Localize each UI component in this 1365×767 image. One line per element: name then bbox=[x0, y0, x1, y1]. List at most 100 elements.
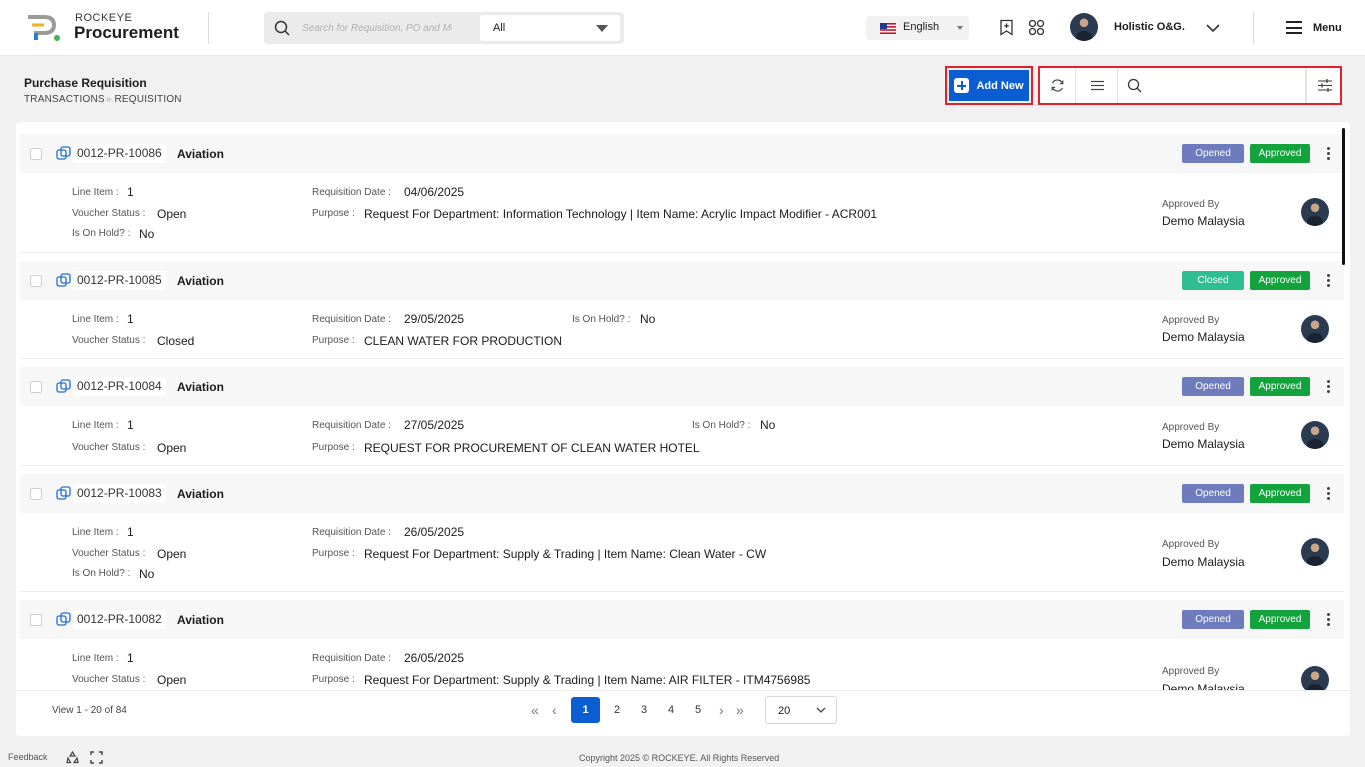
on-hold-value: No bbox=[139, 567, 155, 581]
list-view-button[interactable] bbox=[1076, 68, 1118, 103]
approved-by-label: Approved By bbox=[1162, 315, 1220, 326]
breadcrumb-transactions[interactable]: TRANSACTIONS bbox=[24, 94, 105, 105]
filter-settings-button[interactable] bbox=[1306, 68, 1342, 103]
approved-by-label: Approved By bbox=[1162, 539, 1220, 550]
copy-icon[interactable] bbox=[56, 486, 71, 501]
global-search-input[interactable] bbox=[302, 18, 452, 38]
requisition-card[interactable]: 0012-PR-10086 Aviation Opened Approved L… bbox=[20, 134, 1344, 252]
purpose-value: Request For Department: Supply & Trading… bbox=[364, 547, 767, 561]
requisition-list[interactable]: 0012-PR-10086 Aviation Opened Approved L… bbox=[20, 122, 1344, 690]
copy-icon[interactable] bbox=[56, 146, 71, 161]
page-3-button[interactable]: 3 bbox=[634, 697, 654, 723]
language-select[interactable]: English bbox=[866, 16, 969, 40]
breadcrumb-requisition[interactable]: REQUISITION bbox=[115, 94, 182, 105]
search-scope-select[interactable]: All bbox=[480, 15, 620, 41]
requisition-code[interactable]: 0012-PR-10086 bbox=[73, 144, 166, 163]
requisition-code[interactable]: 0012-PR-10082 bbox=[73, 610, 166, 629]
more-options-icon[interactable] bbox=[1324, 273, 1332, 289]
sliders-filter-icon bbox=[1318, 79, 1332, 92]
refresh-icon bbox=[1051, 79, 1064, 92]
requisition-code[interactable]: 0012-PR-10085 bbox=[73, 271, 166, 290]
user-avatar[interactable] bbox=[1070, 13, 1098, 41]
line-item-label: Line Item : bbox=[72, 653, 119, 664]
approved-by-label: Approved By bbox=[1162, 666, 1220, 677]
requisition-date-value: 26/05/2025 bbox=[404, 651, 465, 665]
more-options-icon[interactable] bbox=[1324, 612, 1332, 628]
copy-icon[interactable] bbox=[56, 379, 71, 394]
approver-avatar[interactable] bbox=[1301, 315, 1329, 343]
approval-badge: Approved bbox=[1250, 377, 1310, 396]
select-checkbox[interactable] bbox=[30, 488, 42, 500]
copy-icon[interactable] bbox=[56, 273, 71, 288]
feedback-link[interactable]: Feedback bbox=[8, 752, 48, 762]
purpose-value: Request For Department: Supply & Trading… bbox=[364, 673, 811, 687]
approved-by-value: Demo Malaysia bbox=[1162, 330, 1245, 344]
user-name[interactable]: Holistic O&G. bbox=[1114, 21, 1185, 33]
on-hold-label: Is On Hold? : bbox=[572, 314, 631, 325]
add-new-button[interactable]: Add New bbox=[949, 70, 1029, 101]
voucher-status-value: Open bbox=[157, 673, 187, 687]
language-label: English bbox=[903, 21, 940, 33]
select-checkbox[interactable] bbox=[30, 275, 42, 287]
search-icon[interactable] bbox=[1127, 78, 1142, 93]
first-page-icon[interactable]: « bbox=[531, 702, 539, 718]
search-icon[interactable] bbox=[274, 20, 290, 36]
approval-badge: Approved bbox=[1250, 144, 1310, 163]
more-options-icon[interactable] bbox=[1324, 379, 1332, 395]
more-options-icon[interactable] bbox=[1324, 486, 1332, 502]
header-divider bbox=[208, 12, 209, 44]
last-page-icon[interactable]: » bbox=[736, 702, 744, 718]
brand-name[interactable]: Procurement bbox=[74, 23, 179, 43]
page-5-button[interactable]: 5 bbox=[688, 697, 708, 723]
more-options-icon[interactable] bbox=[1324, 146, 1332, 162]
requisition-code[interactable]: 0012-PR-10084 bbox=[73, 377, 166, 396]
recycle-icon[interactable] bbox=[66, 751, 79, 764]
purpose-label: Purpose : bbox=[312, 335, 355, 346]
list-scrollbar[interactable] bbox=[1342, 128, 1345, 265]
requisition-card[interactable]: 0012-PR-10082 Aviation Opened Approved L… bbox=[20, 600, 1344, 690]
approver-avatar[interactable] bbox=[1301, 666, 1329, 690]
apps-grid-icon[interactable] bbox=[1028, 19, 1045, 36]
approver-avatar[interactable] bbox=[1301, 198, 1329, 226]
prev-page-icon[interactable]: ‹ bbox=[552, 702, 557, 718]
on-hold-value: No bbox=[640, 312, 656, 326]
select-checkbox[interactable] bbox=[30, 381, 42, 393]
page-2-button[interactable]: 2 bbox=[607, 697, 627, 723]
page-title: Purchase Requisition bbox=[24, 76, 147, 90]
approved-by-value: Demo Malaysia bbox=[1162, 682, 1245, 690]
voucher-status-value: Closed bbox=[157, 334, 195, 348]
rockeye-logo-icon[interactable] bbox=[24, 13, 64, 43]
on-hold-label: Is On Hold? : bbox=[72, 228, 131, 239]
page-4-button[interactable]: 4 bbox=[661, 697, 681, 723]
page-1-button[interactable]: 1 bbox=[571, 697, 600, 723]
requisition-card[interactable]: 0012-PR-10085 Aviation Closed Approved L… bbox=[20, 261, 1344, 357]
bookmark-icon[interactable] bbox=[998, 19, 1015, 36]
header-divider bbox=[1253, 12, 1254, 44]
chevron-down-icon[interactable] bbox=[1205, 22, 1221, 34]
page-size-select[interactable]: 20 bbox=[765, 696, 837, 724]
approver-avatar[interactable] bbox=[1301, 421, 1329, 449]
on-hold-value: No bbox=[139, 227, 155, 241]
line-item-value: 1 bbox=[127, 185, 134, 199]
department-name: Aviation bbox=[177, 274, 224, 288]
select-checkbox[interactable] bbox=[30, 148, 42, 160]
fullscreen-icon[interactable] bbox=[90, 751, 103, 764]
line-item-label: Line Item : bbox=[72, 527, 119, 538]
main-menu-button[interactable]: Menu bbox=[1284, 20, 1350, 38]
copyright-text: Copyright 2025 © ROCKEYE. All Rights Res… bbox=[579, 753, 780, 763]
line-item-value: 1 bbox=[127, 525, 134, 539]
refresh-button[interactable] bbox=[1040, 68, 1076, 103]
search-scope-value: All bbox=[493, 22, 506, 34]
on-hold-label: Is On Hold? : bbox=[692, 420, 751, 431]
copy-icon[interactable] bbox=[56, 612, 71, 627]
chevron-down-icon bbox=[596, 25, 608, 32]
list-search-input[interactable] bbox=[1148, 75, 1298, 95]
requisition-code[interactable]: 0012-PR-10083 bbox=[73, 484, 166, 503]
requisition-card[interactable]: 0012-PR-10083 Aviation Opened Approved L… bbox=[20, 474, 1344, 591]
requisition-card[interactable]: 0012-PR-10084 Aviation Opened Approved L… bbox=[20, 367, 1344, 464]
page-footer: Feedback Copyright 2025 © ROCKEYE. All R… bbox=[0, 748, 1365, 767]
next-page-icon[interactable]: › bbox=[719, 702, 724, 718]
select-checkbox[interactable] bbox=[30, 614, 42, 626]
approver-avatar[interactable] bbox=[1301, 538, 1329, 566]
status-badge: Opened bbox=[1182, 144, 1244, 163]
